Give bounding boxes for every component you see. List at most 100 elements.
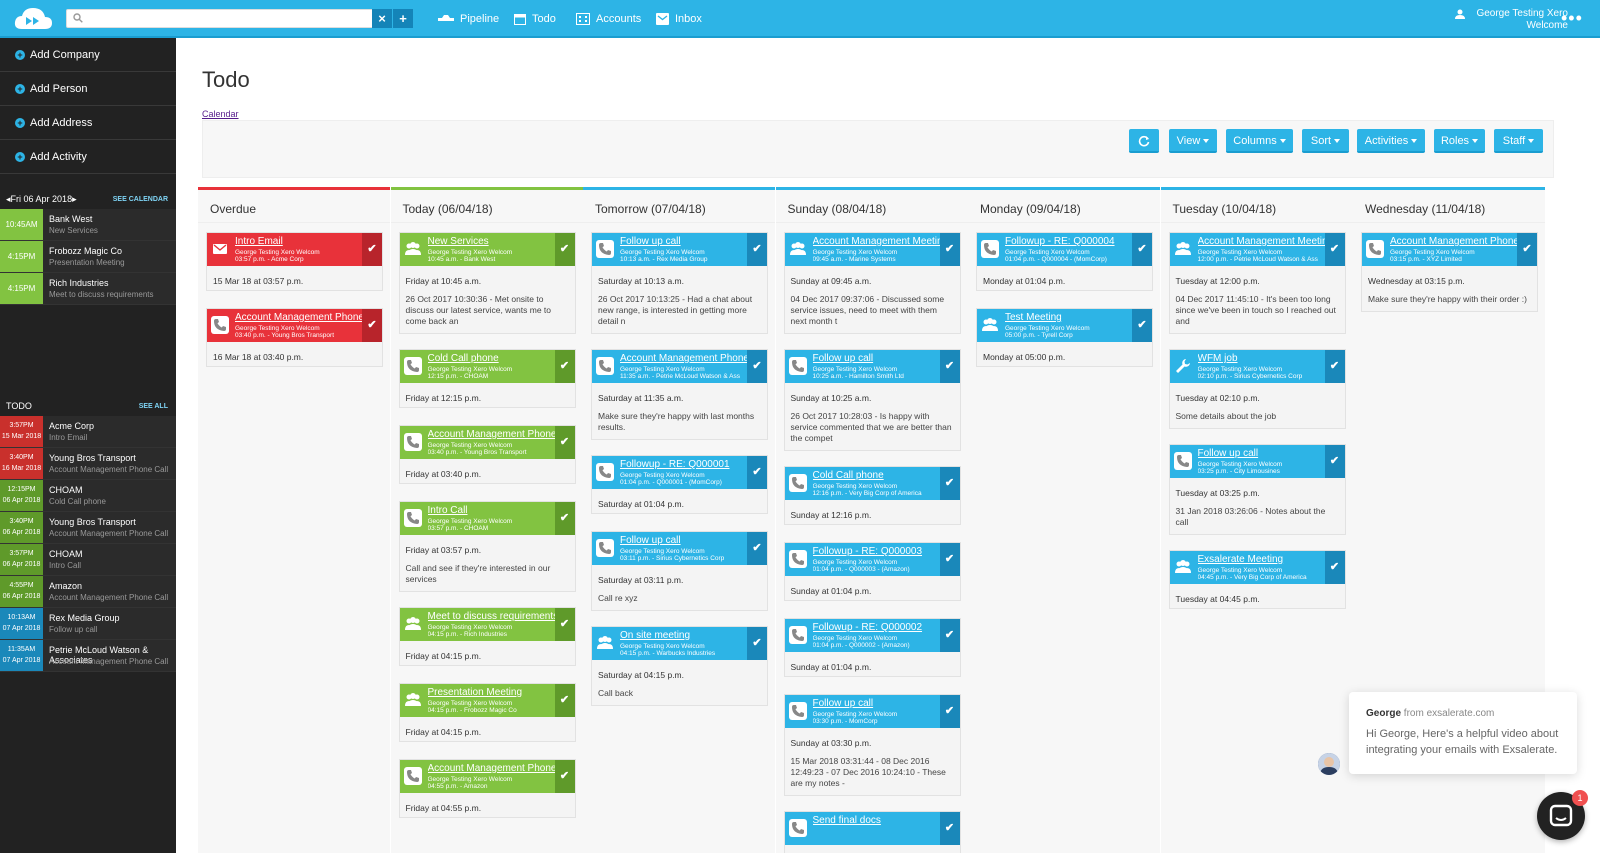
card-title-link[interactable]: Follow up call — [813, 698, 940, 709]
nav-pipeline[interactable]: Pipeline — [438, 11, 499, 27]
activity-card[interactable]: Follow up call George Testing Xero Welcom… — [591, 232, 768, 334]
card-title-link[interactable]: Presentation Meeting — [428, 687, 555, 698]
card-title-link[interactable]: Follow up call — [620, 236, 747, 247]
complete-check-button[interactable]: ✔ — [1132, 233, 1152, 266]
cloud-logo-icon[interactable] — [12, 5, 54, 33]
activity-card[interactable]: New Services George Testing Xero Welcom 10… — [398, 232, 576, 334]
clear-search-button[interactable]: × — [372, 9, 392, 28]
activity-card[interactable]: Account Management Phone Call George Test… — [398, 425, 576, 484]
see-calendar-link[interactable]: SEE CALENDAR — [113, 196, 168, 203]
card-title-link[interactable]: Account Management Meeting — [813, 236, 940, 247]
complete-check-button[interactable]: ✔ — [747, 532, 767, 565]
complete-check-button[interactable]: ✔ — [554, 233, 575, 266]
complete-check-button[interactable]: ✔ — [554, 350, 575, 383]
complete-check-button[interactable]: ✔ — [939, 467, 960, 500]
complete-check-button[interactable]: ✔ — [939, 543, 960, 576]
complete-check-button[interactable]: ✔ — [939, 350, 960, 383]
chat-message-popup[interactable]: George from exsalerate.com Hi George, He… — [1349, 692, 1577, 774]
card-title-link[interactable]: Follow up call — [813, 353, 940, 364]
complete-check-button[interactable]: ✔ — [939, 695, 960, 728]
activity-card[interactable]: Exsalerate Meeting George Testing Xero We… — [1168, 550, 1346, 609]
complete-check-button[interactable]: ✔ — [1324, 233, 1345, 266]
activity-card[interactable]: Account Management Meeting George Testing… — [1168, 232, 1346, 334]
complete-check-button[interactable]: ✔ — [1324, 350, 1345, 383]
complete-check-button[interactable]: ✔ — [1324, 445, 1345, 478]
card-title-link[interactable]: Exsalerate Meeting — [1198, 554, 1325, 565]
complete-check-button[interactable]: ✔ — [747, 233, 767, 266]
activity-card[interactable]: Account Management Meeting George Testing… — [783, 232, 961, 334]
complete-check-button[interactable]: ✔ — [362, 309, 382, 342]
todo-list-item[interactable]: 3:40PM 06 Apr 2018 Young Bros Transport Acc… — [0, 512, 176, 544]
roles-dropdown[interactable]: Roles — [1434, 129, 1485, 153]
card-title-link[interactable]: Intro Call — [428, 505, 555, 516]
activity-card[interactable]: Follow up call George Testing Xero Welcom… — [783, 694, 961, 796]
sort-dropdown[interactable]: Sort — [1302, 129, 1349, 153]
activity-card[interactable]: Cold Call phone George Testing Xero Welco… — [398, 349, 576, 408]
card-title-link[interactable]: Account Management Phone Call — [428, 763, 555, 774]
todo-list-item[interactable]: 3:57PM 15 Mar 2018 Acme Corp Intro Email — [0, 416, 176, 448]
activity-card[interactable]: Followup - RE: Q000002 George Testing Xer… — [783, 618, 961, 677]
activity-card[interactable]: Follow up call George Testing Xero Welcom… — [783, 349, 961, 451]
add-button[interactable]: + — [393, 9, 413, 28]
staff-dropdown[interactable]: Staff — [1494, 129, 1543, 153]
activity-card[interactable]: Intro Call George Testing Xero Welcom 03:5… — [398, 501, 576, 592]
card-title-link[interactable]: Intro Email — [235, 236, 362, 247]
card-title-link[interactable]: Followup - RE: Q000004 — [1005, 236, 1132, 247]
complete-check-button[interactable]: ✔ — [939, 619, 960, 652]
calendar-list-item[interactable]: 10:45AM Bank West New Services — [0, 209, 176, 241]
card-title-link[interactable]: Account Management Phone Call — [620, 353, 747, 364]
complete-check-button[interactable]: ✔ — [1517, 233, 1537, 266]
complete-check-button[interactable]: ✔ — [362, 233, 382, 266]
todo-list-item[interactable]: 3:57PM 06 Apr 2018 CHOAM Intro Call — [0, 544, 176, 576]
card-title-link[interactable]: Meet to discuss requirements — [428, 611, 555, 622]
complete-check-button[interactable]: ✔ — [554, 684, 575, 717]
card-title-link[interactable]: WFM job — [1198, 353, 1325, 364]
todo-list-item[interactable]: 4:55PM 06 Apr 2018 Amazon Account Managemen… — [0, 576, 176, 608]
complete-check-button[interactable]: ✔ — [747, 456, 767, 489]
card-title-link[interactable]: Account Management Meeting — [1198, 236, 1325, 247]
columns-dropdown[interactable]: Columns — [1226, 129, 1293, 153]
activities-dropdown[interactable]: Activities — [1357, 129, 1425, 153]
card-title-link[interactable]: Cold Call phone — [813, 470, 940, 481]
complete-check-button[interactable]: ✔ — [939, 812, 960, 845]
todo-list-item[interactable]: 12:15PM 06 Apr 2018 CHOAM Cold Call phone — [0, 480, 176, 512]
activity-card[interactable]: On site meeting George Testing Xero Welco… — [591, 626, 768, 706]
card-title-link[interactable]: Account Management Phone Call — [428, 429, 555, 440]
card-title-link[interactable]: Followup - RE: Q000001 — [620, 459, 747, 470]
complete-check-button[interactable]: ✔ — [747, 627, 767, 660]
card-title-link[interactable]: Account Management Phone Call — [235, 312, 362, 323]
activity-card[interactable]: Cold Call phone George Testing Xero Welco… — [783, 466, 961, 525]
card-title-link[interactable]: Follow up call — [1198, 448, 1325, 459]
nav-accounts[interactable]: Accounts — [576, 11, 641, 27]
activity-card[interactable]: Follow up call George Testing Xero Welcom… — [591, 531, 768, 611]
complete-check-button[interactable]: ✔ — [1132, 309, 1152, 342]
activity-card[interactable]: Account Management Phone Call George Test… — [591, 349, 768, 440]
card-title-link[interactable]: Test Meeting — [1005, 312, 1132, 323]
complete-check-button[interactable]: ✔ — [554, 608, 575, 641]
complete-check-button[interactable]: ✔ — [939, 233, 960, 266]
todo-list-item[interactable]: 10:13AM 07 Apr 2018 Rex Media Group Follow … — [0, 608, 176, 640]
nav-todo[interactable]: Todo — [514, 11, 556, 27]
activity-card[interactable]: Presentation Meeting George Testing Xero … — [398, 683, 576, 742]
card-title-link[interactable]: Followup - RE: Q000002 — [813, 622, 940, 633]
add-address-button[interactable]: + Add Address — [0, 106, 176, 140]
activity-card[interactable]: WFM job George Testing Xero Welcom 02:10 p… — [1168, 349, 1346, 429]
nav-inbox[interactable]: Inbox — [656, 11, 702, 27]
view-dropdown[interactable]: View — [1169, 129, 1217, 153]
activity-card[interactable]: Test Meeting George Testing Xero Welcom 05… — [976, 308, 1153, 367]
add-person-button[interactable]: + Add Person — [0, 72, 176, 106]
card-title-link[interactable]: Send final docs — [813, 815, 940, 826]
card-title-link[interactable]: Account Management Phone Call — [1390, 236, 1517, 247]
complete-check-button[interactable]: ✔ — [554, 760, 575, 793]
calendar-list-item[interactable]: 4:15PM Rich Industries Meet to discuss req… — [0, 273, 176, 305]
activity-card[interactable]: Followup - RE: Q000004 George Testing Xer… — [976, 232, 1153, 291]
calendar-link[interactable]: Calendar — [202, 109, 239, 119]
next-day-icon[interactable]: ▸ — [72, 194, 77, 204]
todo-list-item[interactable]: 3:40PM 16 Mar 2018 Young Bros Transport Acc… — [0, 448, 176, 480]
search-input[interactable] — [87, 11, 375, 26]
see-all-link[interactable]: SEE ALL — [139, 403, 168, 410]
activity-card[interactable]: Account Management Phone Call George Test… — [398, 759, 576, 818]
activity-card[interactable]: Follow up call George Testing Xero Welcom… — [1168, 444, 1346, 535]
todo-list-item[interactable]: 11:35AM 07 Apr 2018 Petrie McLoud Watson &… — [0, 640, 176, 672]
card-title-link[interactable]: Follow up call — [620, 535, 747, 546]
